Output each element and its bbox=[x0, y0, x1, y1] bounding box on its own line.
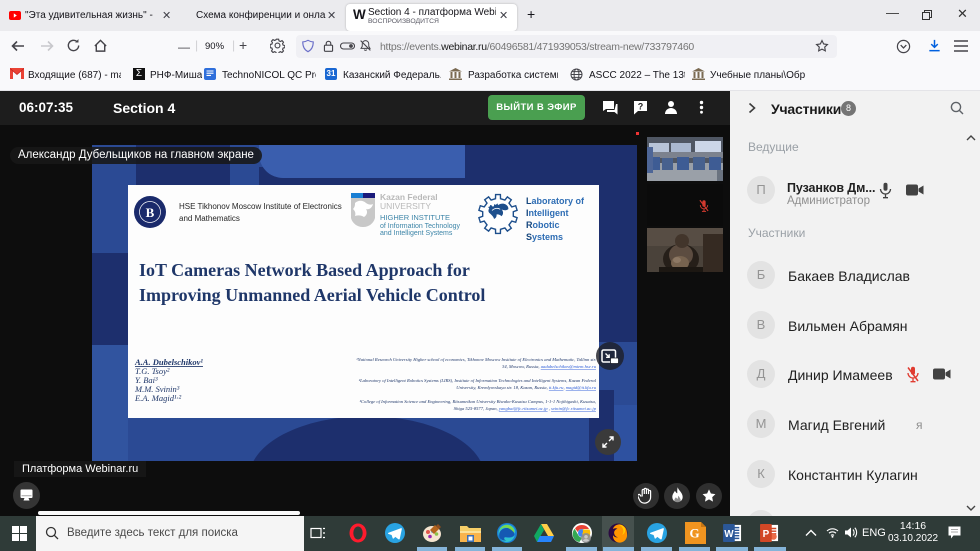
svg-text:Intelligent: Intelligent bbox=[526, 208, 569, 218]
svg-text:Improving Unmanned Aerial Vehi: Improving Unmanned Aerial Vehicle Contro… bbox=[139, 285, 485, 305]
svg-text:E.A. Magid¹·²: E.A. Magid¹·² bbox=[134, 393, 182, 403]
svg-text:of Information Technology: of Information Technology bbox=[380, 223, 461, 230]
svg-text:Systems: Systems bbox=[526, 232, 563, 242]
svg-text:W: W bbox=[724, 529, 734, 540]
svg-text:Laboratory of: Laboratory of bbox=[526, 196, 585, 206]
svg-text:UNIVERSITY: UNIVERSITY bbox=[380, 201, 431, 211]
svg-text:IoT Cameras Network Based Appr: IoT Cameras Network Based Approach for bbox=[139, 260, 470, 280]
svg-text:and Mathematics: and Mathematics bbox=[179, 214, 240, 223]
svg-text:Robotic: Robotic bbox=[526, 220, 560, 230]
svg-text:B: B bbox=[146, 205, 155, 220]
svg-text:HSE Tikhonov Moscow Institute: HSE Tikhonov Moscow Institute of Electro… bbox=[179, 202, 342, 211]
svg-text:P: P bbox=[763, 529, 770, 540]
svg-text:and Intelligent Systems: and Intelligent Systems bbox=[380, 230, 453, 237]
svg-text:G: G bbox=[689, 526, 699, 541]
svg-text:HIGHER INSTITUTE: HIGHER INSTITUTE bbox=[380, 213, 450, 222]
svg-text:?: ? bbox=[638, 102, 644, 112]
